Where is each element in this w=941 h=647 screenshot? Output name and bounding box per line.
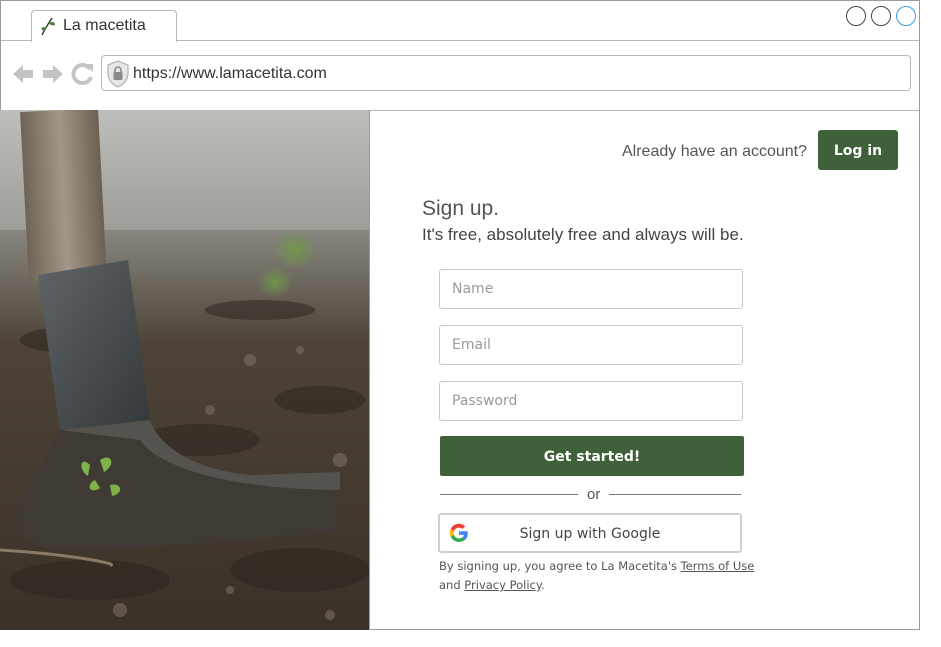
terms-of-use-link[interactable]: Terms of Use (681, 559, 755, 573)
or-text: or (587, 486, 601, 503)
address-bar[interactable]: https://www.lamacetita.com (101, 55, 911, 91)
tab-title: La macetita (63, 17, 146, 34)
minimize-button[interactable] (846, 6, 866, 26)
already-have-account-text: Already have an account? (622, 143, 808, 160)
tab-strip: La macetita (1, 1, 919, 42)
browser-tab[interactable]: La macetita (31, 10, 177, 42)
signup-subheading: It's free, absolutely free and always wi… (422, 225, 744, 244)
close-button[interactable] (896, 6, 916, 26)
back-arrow-icon[interactable] (11, 62, 35, 86)
browser-toolbar: https://www.lamacetita.com (1, 41, 919, 111)
password-input[interactable] (439, 381, 743, 421)
legal-text: By signing up, you agree to La Macetita'… (439, 557, 754, 595)
legal-prefix: By signing up, you agree to La Macetita'… (439, 559, 677, 573)
legal-suffix: . (541, 578, 545, 592)
reload-icon[interactable] (71, 62, 95, 86)
google-signup-label: Sign up with Google (519, 526, 661, 542)
privacy-policy-link[interactable]: Privacy Policy (464, 578, 541, 592)
login-button[interactable]: Log in (818, 130, 898, 170)
get-started-button[interactable]: Get started! (440, 436, 744, 476)
forward-arrow-icon[interactable] (41, 62, 65, 86)
google-signup-button[interactable]: Sign up with Google (438, 513, 742, 553)
plant-favicon-icon (41, 17, 55, 36)
or-divider-right (609, 494, 741, 495)
panel-divider (369, 110, 370, 630)
url-text: https://www.lamacetita.com (133, 65, 327, 82)
hero-garden-image (0, 110, 369, 630)
name-input[interactable] (439, 269, 743, 309)
legal-and: and (439, 578, 461, 592)
shovel-soil-photo (0, 110, 369, 630)
secure-lock-icon (107, 60, 129, 88)
signup-heading: Sign up. (422, 197, 500, 220)
email-input[interactable] (439, 325, 743, 365)
maximize-button[interactable] (871, 6, 891, 26)
or-divider-left (440, 494, 578, 495)
